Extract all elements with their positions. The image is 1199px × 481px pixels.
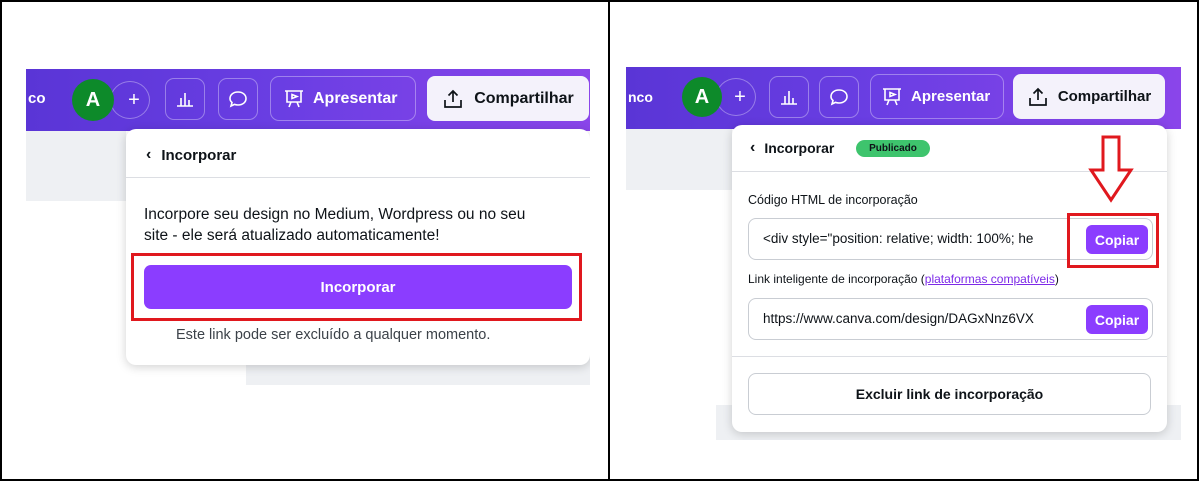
present-icon	[883, 87, 901, 105]
left-back-button[interactable]: ‹ Incorporar	[146, 146, 236, 164]
right-present-button[interactable]: Apresentar	[870, 74, 1004, 119]
left-top-toolbar: co + A Apresentar Compartilhar	[26, 69, 590, 131]
left-card-divider	[126, 177, 590, 178]
left-insights-button[interactable]	[165, 78, 205, 120]
upload-icon	[1028, 87, 1047, 106]
red-down-arrow-icon	[1088, 135, 1134, 203]
avatar-letter: A	[85, 88, 101, 111]
left-card-description-line1: Incorpore seu design no Medium, Wordpres…	[144, 206, 526, 223]
right-canvas-background	[626, 127, 732, 190]
right-comment-button[interactable]	[819, 76, 859, 118]
smart-link-label-close: )	[1054, 272, 1059, 286]
right-avatar[interactable]: A	[682, 77, 722, 117]
copy-smart-link-button[interactable]: Copiar	[1086, 305, 1148, 334]
html-code-label: Código HTML de incorporação	[748, 193, 918, 207]
present-icon	[285, 89, 303, 107]
right-share-button[interactable]: Compartilhar	[1013, 74, 1165, 119]
left-cut-title: co	[28, 90, 46, 107]
plus-icon: +	[128, 88, 140, 111]
html-code-value: <div style="position: relative; width: 1…	[763, 231, 1034, 246]
left-share-button[interactable]: Compartilhar	[427, 76, 589, 121]
left-highlight-box	[131, 253, 582, 321]
left-card-title: Incorporar	[161, 146, 237, 164]
share-label: Compartilhar	[1057, 88, 1152, 105]
present-label: Apresentar	[911, 88, 991, 105]
compatible-platforms-link[interactable]: plataformas compatíveis	[925, 272, 1055, 286]
chevron-left-icon: ‹	[750, 139, 756, 156]
right-highlight-box	[1067, 213, 1159, 268]
upload-icon	[444, 89, 463, 108]
smart-link-value: https://www.canva.com/design/DAGxNnz6VX	[763, 311, 1034, 326]
left-embed-card: ‹ Incorporar Incorpore seu design no Med…	[126, 129, 590, 365]
bar-chart-icon	[781, 91, 797, 105]
right-top-toolbar: nco + A Apresentar Compartilhar	[626, 67, 1181, 129]
avatar-letter: A	[694, 85, 710, 108]
published-badge: Publicado	[856, 140, 930, 157]
plus-icon: +	[734, 85, 746, 108]
share-label: Compartilhar	[474, 89, 574, 107]
left-canva-panel: co + A Apresentar Compartilhar ‹ Incorpo…	[26, 69, 590, 385]
right-card-title: Incorporar	[764, 140, 835, 156]
smart-link-label-text: Link inteligente de incorporação (	[748, 272, 925, 286]
right-add-collaborator-button[interactable]: +	[716, 78, 756, 116]
left-avatar[interactable]: A	[72, 79, 114, 121]
chevron-left-icon: ‹	[146, 146, 152, 163]
present-label: Apresentar	[313, 89, 398, 107]
comment-icon	[830, 89, 848, 106]
right-card-divider-2	[732, 356, 1167, 357]
comment-icon	[229, 91, 247, 108]
smart-link-label: Link inteligente de incorporação (plataf…	[748, 272, 1059, 286]
left-card-footnote: Este link pode ser excluído a qualquer m…	[176, 327, 491, 343]
left-canvas-background	[26, 131, 126, 201]
right-cut-title: nco	[628, 89, 653, 105]
left-present-button[interactable]: Apresentar	[270, 76, 416, 121]
right-back-button[interactable]: ‹ Incorporar	[750, 139, 834, 157]
delete-embed-link-button[interactable]: Excluir link de incorporação	[748, 373, 1151, 415]
right-screenshot-frame: nco + A Apresentar Compartilhar ‹ Incorp…	[608, 0, 1199, 481]
left-card-description-line2: site - ele será atualizado automaticamen…	[144, 227, 440, 244]
left-screenshot-frame: co + A Apresentar Compartilhar ‹ Incorpo…	[0, 0, 610, 481]
smart-link-field[interactable]: https://www.canva.com/design/DAGxNnz6VX …	[748, 298, 1153, 340]
left-comment-button[interactable]	[218, 78, 258, 120]
left-add-collaborator-button[interactable]: +	[110, 81, 150, 119]
right-insights-button[interactable]	[769, 76, 809, 118]
bar-chart-icon	[177, 93, 193, 107]
